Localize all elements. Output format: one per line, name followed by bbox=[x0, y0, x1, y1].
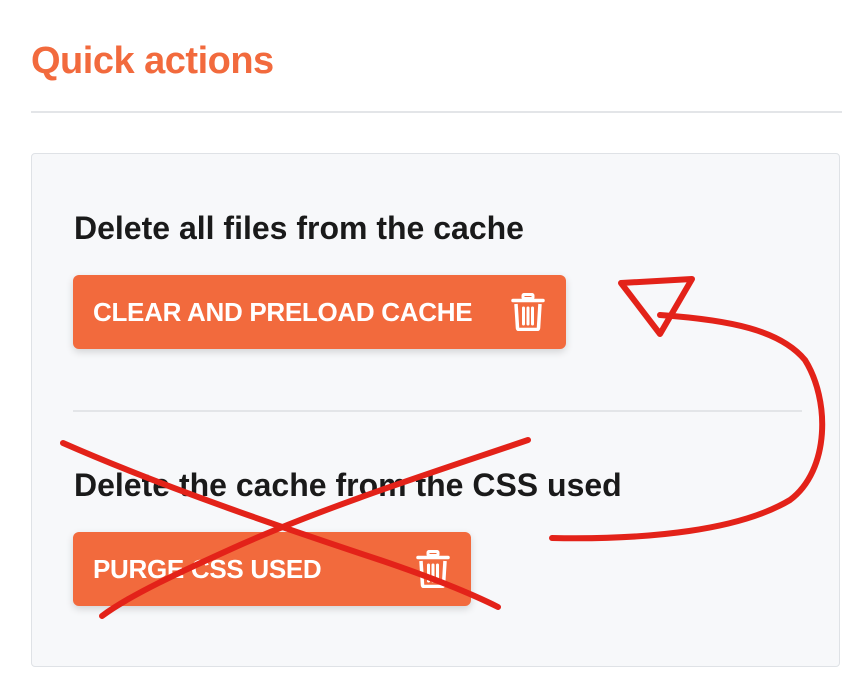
purge-css-used-button[interactable]: PURGE CSS USED bbox=[73, 532, 471, 606]
section-heading-purge-css: Delete the cache from the CSS used bbox=[74, 467, 622, 503]
title-divider bbox=[31, 111, 842, 113]
page-title: Quick actions bbox=[31, 40, 274, 82]
button-label: CLEAR AND PRELOAD CACHE bbox=[93, 296, 473, 327]
trash-icon bbox=[510, 292, 546, 332]
button-label: PURGE CSS USED bbox=[93, 553, 322, 584]
clear-and-preload-cache-button[interactable]: CLEAR AND PRELOAD CACHE bbox=[73, 275, 566, 349]
section-divider bbox=[73, 410, 802, 412]
quick-actions-card: Delete all files from the cache CLEAR AN… bbox=[31, 153, 840, 667]
page: Quick actions Delete all files from the … bbox=[0, 0, 865, 685]
section-heading-clear-cache: Delete all files from the cache bbox=[74, 210, 524, 246]
trash-icon bbox=[415, 549, 451, 589]
